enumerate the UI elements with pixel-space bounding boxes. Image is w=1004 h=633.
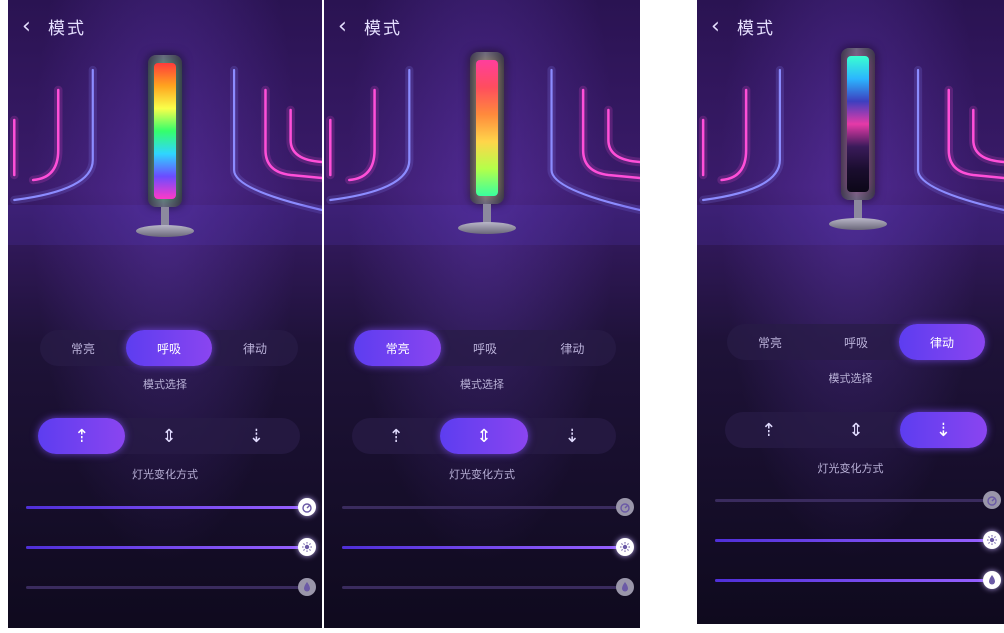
slider-fill xyxy=(342,546,618,549)
brightness-icon[interactable] xyxy=(616,538,634,556)
direction-up-icon[interactable]: ⇡ xyxy=(38,418,126,454)
mode-caption: 模式选择 xyxy=(143,378,187,391)
brightness-slider[interactable] xyxy=(342,537,634,557)
direction-both-icon[interactable]: ⇕ xyxy=(440,418,528,454)
mode-option-steady[interactable]: 常亮 xyxy=(40,330,126,366)
brightness-icon[interactable] xyxy=(983,531,1001,549)
direction-selector: ⇡ ⇕ ⇣ xyxy=(352,418,616,454)
lamp-tube xyxy=(847,56,869,192)
brightness-icon[interactable] xyxy=(298,538,316,556)
mode-selector: 常亮 呼吸 律动 xyxy=(727,324,985,360)
mode-option-rhythm[interactable]: 律动 xyxy=(899,324,985,360)
mode-option-rhythm[interactable]: 律动 xyxy=(212,330,298,366)
back-icon[interactable]: ‹ xyxy=(22,15,40,38)
direction-caption: 灯光变化方式 xyxy=(132,468,198,481)
page-title: 模式 xyxy=(364,19,402,39)
header: ‹ 模式 xyxy=(338,14,402,39)
slider-fill xyxy=(26,506,300,509)
speed-icon[interactable] xyxy=(616,498,634,516)
direction-down-icon[interactable]: ⇣ xyxy=(213,418,300,454)
slider-track[interactable] xyxy=(26,586,300,589)
sensitivity-icon[interactable] xyxy=(616,578,634,596)
sensitivity-slider[interactable] xyxy=(715,570,1001,590)
speed-slider[interactable] xyxy=(715,490,1001,510)
mode-option-breathing[interactable]: 呼吸 xyxy=(813,324,899,360)
mode-option-steady[interactable]: 常亮 xyxy=(354,330,442,366)
mode-caption: 模式选择 xyxy=(460,378,504,391)
lamp-tube xyxy=(154,63,176,199)
back-icon[interactable]: ‹ xyxy=(711,15,729,38)
mode-option-breathing[interactable]: 呼吸 xyxy=(441,330,528,366)
direction-both-icon[interactable]: ⇕ xyxy=(812,412,899,448)
back-icon[interactable]: ‹ xyxy=(338,15,356,38)
sensitivity-slider[interactable] xyxy=(26,577,316,597)
lamp-tube xyxy=(476,60,498,196)
mode-option-breathing[interactable]: 呼吸 xyxy=(126,330,212,366)
header: ‹ 模式 xyxy=(711,14,775,39)
slider-fill xyxy=(715,579,985,582)
mode-selector: 常亮 呼吸 律动 xyxy=(40,330,298,366)
slider-fill xyxy=(26,546,300,549)
mode-screen-1: ‹ 模式 常亮 呼吸 律动 模式选择 ⇡ ⇕ ⇣ 灯光变化方式 xyxy=(8,0,322,628)
direction-caption: 灯光变化方式 xyxy=(449,468,515,481)
direction-up-icon[interactable]: ⇡ xyxy=(352,418,440,454)
mode-option-rhythm[interactable]: 律动 xyxy=(529,330,616,366)
brightness-slider[interactable] xyxy=(715,530,1001,550)
direction-selector: ⇡ ⇕ ⇣ xyxy=(38,418,300,454)
mode-option-steady[interactable]: 常亮 xyxy=(727,324,813,360)
slider-track[interactable] xyxy=(342,586,618,589)
page-title: 模式 xyxy=(737,19,775,39)
direction-down-icon[interactable]: ⇣ xyxy=(899,412,987,448)
mode-screen-2: ‹ 模式 常亮 呼吸 律动 模式选择 ⇡ ⇕ ⇣ 灯光变化方式 xyxy=(324,0,640,628)
direction-up-icon[interactable]: ⇡ xyxy=(725,412,812,448)
direction-down-icon[interactable]: ⇣ xyxy=(528,418,616,454)
sensitivity-icon[interactable] xyxy=(298,578,316,596)
header: ‹ 模式 xyxy=(22,14,86,39)
sensitivity-icon[interactable] xyxy=(983,571,1001,589)
slider-track[interactable] xyxy=(715,499,985,502)
direction-both-icon[interactable]: ⇕ xyxy=(125,418,212,454)
page-title: 模式 xyxy=(48,19,86,39)
speed-icon[interactable] xyxy=(298,498,316,516)
mode-caption: 模式选择 xyxy=(828,372,873,385)
mode-screen-3: ‹ 模式 常亮 呼吸 律动 模式选择 ⇡ ⇕ ⇣ 灯光变化方式 xyxy=(697,0,1004,624)
slider-fill xyxy=(715,539,985,542)
sensitivity-slider[interactable] xyxy=(342,577,634,597)
slider-track[interactable] xyxy=(342,506,618,509)
direction-selector: ⇡ ⇕ ⇣ xyxy=(725,412,987,448)
direction-caption: 灯光变化方式 xyxy=(817,462,884,475)
speed-slider[interactable] xyxy=(342,497,634,517)
speed-icon[interactable] xyxy=(983,491,1001,509)
mode-selector: 常亮 呼吸 律动 xyxy=(354,330,616,366)
speed-slider[interactable] xyxy=(26,497,316,517)
brightness-slider[interactable] xyxy=(26,537,316,557)
